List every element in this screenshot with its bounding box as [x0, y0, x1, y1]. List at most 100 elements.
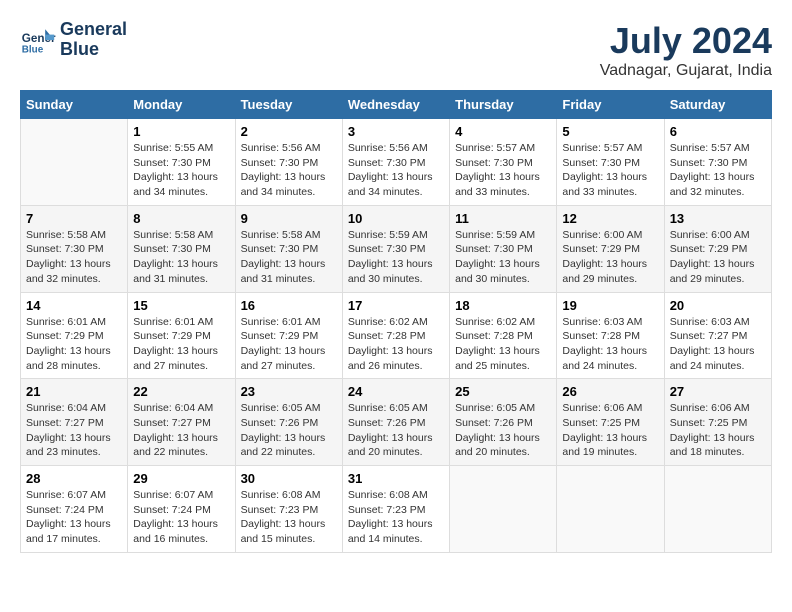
day-info: Sunrise: 6:07 AM Sunset: 7:24 PM Dayligh… [26, 488, 122, 547]
logo: General Blue General Blue [20, 20, 127, 60]
day-info: Sunrise: 5:58 AM Sunset: 7:30 PM Dayligh… [241, 228, 337, 287]
day-info: Sunrise: 6:01 AM Sunset: 7:29 PM Dayligh… [26, 315, 122, 374]
calendar-cell: 31 Sunrise: 6:08 AM Sunset: 7:23 PM Dayli… [342, 466, 449, 553]
calendar-cell: 22Sunrise: 6:04 AM Sunset: 7:27 PM Dayli… [128, 379, 235, 466]
calendar-week-row: 14 Sunrise: 6:01 AM Sunset: 7:29 PM Dayli… [21, 292, 772, 379]
day-number: 2 [241, 124, 337, 139]
calendar-day-header: Thursday [450, 91, 557, 119]
calendar-cell: 11 Sunrise: 5:59 AM Sunset: 7:30 PM Dayli… [450, 205, 557, 292]
day-number: 19 [562, 298, 658, 313]
calendar-body: 1 Sunrise: 5:55 AM Sunset: 7:30 PM Daylig… [21, 119, 772, 553]
day-number: 4 [455, 124, 551, 139]
day-info: Sunrise: 6:05 AM Sunset: 7:26 PM Dayligh… [348, 401, 444, 460]
calendar-cell: 23 Sunrise: 6:05 AM Sunset: 7:26 PM Dayli… [235, 379, 342, 466]
day-number: 18 [455, 298, 551, 313]
day-info: Sunrise: 6:03 AM Sunset: 7:27 PM Dayligh… [670, 315, 766, 374]
day-info: Sunrise: 6:05 AM Sunset: 7:26 PM Dayligh… [455, 401, 551, 460]
calendar-cell: 6 Sunrise: 5:57 AM Sunset: 7:30 PM Daylig… [664, 119, 771, 206]
calendar-cell: 29 Sunrise: 6:07 AM Sunset: 7:24 PM Dayli… [128, 466, 235, 553]
calendar-header-row: SundayMondayTuesdayWednesdayThursdayFrid… [21, 91, 772, 119]
calendar-cell: 28 Sunrise: 6:07 AM Sunset: 7:24 PM Dayli… [21, 466, 128, 553]
day-info: Sunrise: 5:57 AM Sunset: 7:30 PM Dayligh… [670, 141, 766, 200]
day-number: 15 [133, 298, 229, 313]
day-number: 31 [348, 471, 444, 486]
calendar-cell: 20 Sunrise: 6:03 AM Sunset: 7:27 PM Dayli… [664, 292, 771, 379]
day-number: 14 [26, 298, 122, 313]
day-number: 30 [241, 471, 337, 486]
calendar-cell: 12 Sunrise: 6:00 AM Sunset: 7:29 PM Dayli… [557, 205, 664, 292]
calendar-cell [21, 119, 128, 206]
day-number: 5 [562, 124, 658, 139]
calendar-cell: 19Sunrise: 6:03 AM Sunset: 7:28 PM Dayli… [557, 292, 664, 379]
calendar-cell [664, 466, 771, 553]
calendar-cell: 25 Sunrise: 6:05 AM Sunset: 7:26 PM Dayli… [450, 379, 557, 466]
day-info: Sunrise: 6:08 AM Sunset: 7:23 PM Dayligh… [241, 488, 337, 547]
calendar-table: SundayMondayTuesdayWednesdayThursdayFrid… [20, 90, 772, 553]
calendar-day-header: Sunday [21, 91, 128, 119]
day-info: Sunrise: 6:05 AM Sunset: 7:26 PM Dayligh… [241, 401, 337, 460]
day-info: Sunrise: 6:01 AM Sunset: 7:29 PM Dayligh… [133, 315, 229, 374]
day-number: 7 [26, 211, 122, 226]
day-info: Sunrise: 5:58 AM Sunset: 7:30 PM Dayligh… [26, 228, 122, 287]
day-number: 29 [133, 471, 229, 486]
day-info: Sunrise: 6:00 AM Sunset: 7:29 PM Dayligh… [670, 228, 766, 287]
calendar-cell: 8Sunrise: 5:58 AM Sunset: 7:30 PM Daylig… [128, 205, 235, 292]
calendar-cell: 13 Sunrise: 6:00 AM Sunset: 7:29 PM Dayli… [664, 205, 771, 292]
day-info: Sunrise: 5:57 AM Sunset: 7:30 PM Dayligh… [562, 141, 658, 200]
day-info: Sunrise: 5:56 AM Sunset: 7:30 PM Dayligh… [348, 141, 444, 200]
calendar-cell: 2 Sunrise: 5:56 AM Sunset: 7:30 PM Daylig… [235, 119, 342, 206]
day-number: 6 [670, 124, 766, 139]
day-number: 9 [241, 211, 337, 226]
calendar-day-header: Saturday [664, 91, 771, 119]
calendar-cell: 27 Sunrise: 6:06 AM Sunset: 7:25 PM Dayli… [664, 379, 771, 466]
day-number: 26 [562, 384, 658, 399]
day-info: Sunrise: 5:56 AM Sunset: 7:30 PM Dayligh… [241, 141, 337, 200]
calendar-cell [557, 466, 664, 553]
calendar-week-row: 28 Sunrise: 6:07 AM Sunset: 7:24 PM Dayli… [21, 466, 772, 553]
calendar-cell [450, 466, 557, 553]
day-info: Sunrise: 6:02 AM Sunset: 7:28 PM Dayligh… [348, 315, 444, 374]
day-info: Sunrise: 6:04 AM Sunset: 7:27 PM Dayligh… [26, 401, 122, 460]
day-info: Sunrise: 6:07 AM Sunset: 7:24 PM Dayligh… [133, 488, 229, 547]
day-info: Sunrise: 5:57 AM Sunset: 7:30 PM Dayligh… [455, 141, 551, 200]
calendar-day-header: Wednesday [342, 91, 449, 119]
day-info: Sunrise: 6:00 AM Sunset: 7:29 PM Dayligh… [562, 228, 658, 287]
day-number: 28 [26, 471, 122, 486]
day-number: 20 [670, 298, 766, 313]
day-number: 25 [455, 384, 551, 399]
day-number: 1 [133, 124, 229, 139]
day-info: Sunrise: 5:55 AM Sunset: 7:30 PM Dayligh… [133, 141, 229, 200]
calendar-cell: 5 Sunrise: 5:57 AM Sunset: 7:30 PM Daylig… [557, 119, 664, 206]
day-info: Sunrise: 5:59 AM Sunset: 7:30 PM Dayligh… [455, 228, 551, 287]
logo-icon: General Blue [20, 22, 56, 58]
calendar-cell: 17 Sunrise: 6:02 AM Sunset: 7:28 PM Dayli… [342, 292, 449, 379]
day-number: 11 [455, 211, 551, 226]
day-number: 12 [562, 211, 658, 226]
day-number: 23 [241, 384, 337, 399]
day-info: Sunrise: 6:08 AM Sunset: 7:23 PM Dayligh… [348, 488, 444, 547]
calendar-day-header: Monday [128, 91, 235, 119]
day-info: Sunrise: 6:06 AM Sunset: 7:25 PM Dayligh… [670, 401, 766, 460]
calendar-cell: 3Sunrise: 5:56 AM Sunset: 7:30 PM Daylig… [342, 119, 449, 206]
calendar-cell: 15 Sunrise: 6:01 AM Sunset: 7:29 PM Dayli… [128, 292, 235, 379]
day-number: 24 [348, 384, 444, 399]
logo-text: General Blue [60, 20, 127, 60]
day-number: 17 [348, 298, 444, 313]
calendar-cell: 18 Sunrise: 6:02 AM Sunset: 7:28 PM Dayli… [450, 292, 557, 379]
calendar-cell: 7 Sunrise: 5:58 AM Sunset: 7:30 PM Daylig… [21, 205, 128, 292]
day-number: 13 [670, 211, 766, 226]
calendar-cell: 24 Sunrise: 6:05 AM Sunset: 7:26 PM Dayli… [342, 379, 449, 466]
title-block: July 2024 Vadnagar, Gujarat, India [600, 20, 772, 80]
calendar-week-row: 1 Sunrise: 5:55 AM Sunset: 7:30 PM Daylig… [21, 119, 772, 206]
calendar-cell: 1 Sunrise: 5:55 AM Sunset: 7:30 PM Daylig… [128, 119, 235, 206]
calendar-cell: 30 Sunrise: 6:08 AM Sunset: 7:23 PM Dayli… [235, 466, 342, 553]
calendar-cell: 21Sunrise: 6:04 AM Sunset: 7:27 PM Dayli… [21, 379, 128, 466]
day-info: Sunrise: 5:58 AM Sunset: 7:30 PM Dayligh… [133, 228, 229, 287]
calendar-week-row: 21Sunrise: 6:04 AM Sunset: 7:27 PM Dayli… [21, 379, 772, 466]
day-info: Sunrise: 6:02 AM Sunset: 7:28 PM Dayligh… [455, 315, 551, 374]
day-number: 27 [670, 384, 766, 399]
day-number: 22 [133, 384, 229, 399]
calendar-cell: 9 Sunrise: 5:58 AM Sunset: 7:30 PM Daylig… [235, 205, 342, 292]
calendar-day-header: Friday [557, 91, 664, 119]
day-number: 10 [348, 211, 444, 226]
